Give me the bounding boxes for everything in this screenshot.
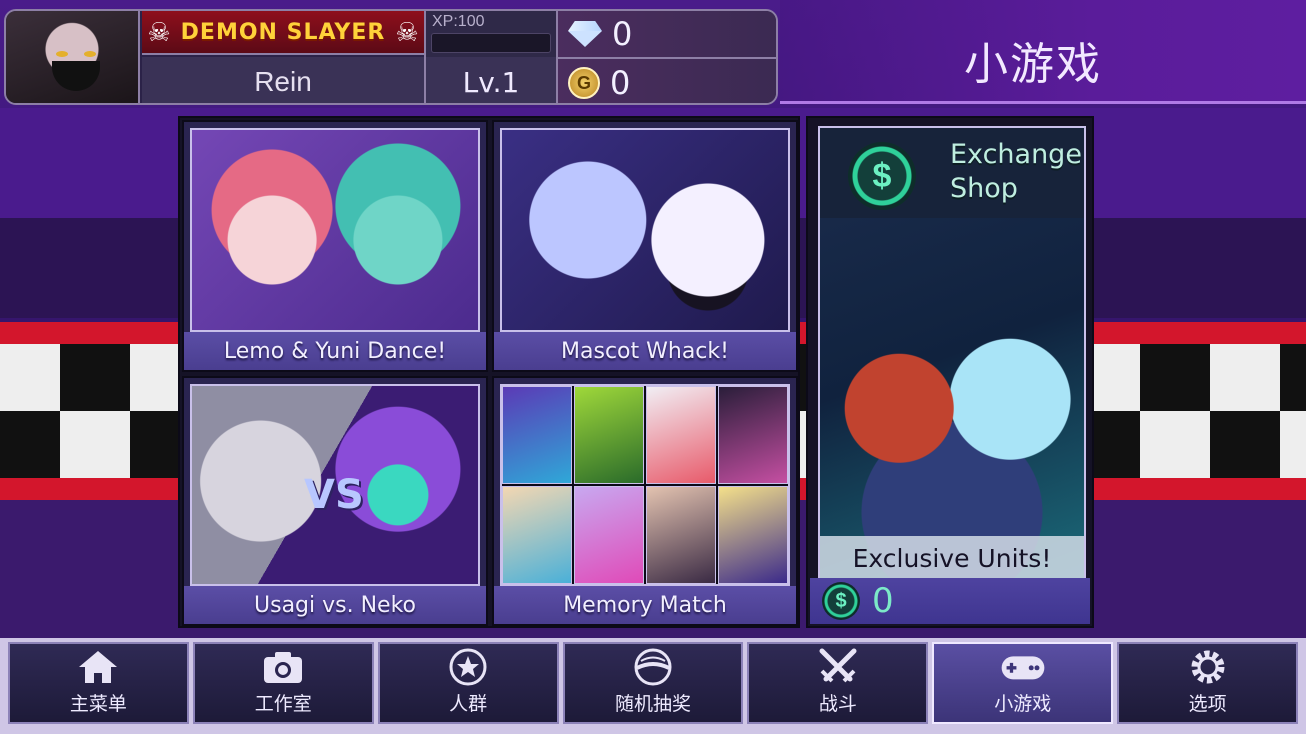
memory-tile bbox=[574, 486, 644, 584]
shop-coin-icon: $ bbox=[822, 582, 860, 620]
nav-crowd[interactable]: 人群 bbox=[377, 642, 559, 724]
memory-tile bbox=[502, 486, 572, 584]
gold-count: 0 bbox=[610, 64, 631, 102]
gold-counter[interactable]: G 0 bbox=[556, 59, 776, 103]
player-title-banner: ☠ DEMON SLAYER ☠ bbox=[142, 11, 424, 55]
diamond-counter[interactable]: 0 bbox=[556, 11, 776, 59]
swords-icon bbox=[815, 647, 861, 687]
star-icon bbox=[445, 647, 491, 687]
nav-studio[interactable]: 工作室 bbox=[192, 642, 374, 724]
xp-bar bbox=[431, 33, 551, 53]
avatar-mask bbox=[52, 61, 100, 91]
avatar[interactable] bbox=[6, 11, 140, 103]
player-title: DEMON SLAYER bbox=[180, 19, 386, 45]
header-bar: 小游戏 bbox=[780, 0, 1306, 104]
nav-battle[interactable]: 战斗 bbox=[747, 642, 929, 724]
game-label: Mascot Whack! bbox=[494, 332, 796, 370]
camera-icon bbox=[260, 647, 306, 687]
nav-label: 主菜单 bbox=[69, 693, 127, 715]
nav-minigames[interactable]: 小游戏 bbox=[932, 642, 1114, 724]
gacha-icon bbox=[630, 647, 676, 687]
nav-options[interactable]: 选项 bbox=[1117, 642, 1299, 724]
memory-tile bbox=[574, 386, 644, 484]
nav-label: 工作室 bbox=[254, 693, 312, 715]
game-artwork bbox=[500, 128, 790, 332]
shop-coin-icon: $ bbox=[848, 142, 916, 210]
nav-gacha[interactable]: 随机抽奖 bbox=[562, 642, 744, 724]
player-level: Lv.1 bbox=[424, 57, 556, 103]
avatar-eye bbox=[84, 51, 96, 57]
shop-title: Exchange Shop bbox=[950, 139, 1082, 204]
page-title: 小游戏 bbox=[964, 39, 1102, 90]
skull-icon: ☠ bbox=[147, 16, 171, 47]
bottom-nav: 主菜单 工作室 人群 随机抽奖 战斗 小游戏 选项 bbox=[0, 638, 1306, 734]
game-label: Lemo & Yuni Dance! bbox=[184, 332, 486, 370]
player-name: Rein bbox=[142, 57, 424, 103]
nav-label: 选项 bbox=[1188, 693, 1227, 715]
nav-label: 人群 bbox=[449, 693, 488, 715]
nav-label: 随机抽奖 bbox=[615, 693, 692, 715]
game-artwork: VS bbox=[190, 384, 480, 586]
gamepad-icon bbox=[1000, 647, 1046, 687]
diamond-icon bbox=[568, 21, 602, 47]
skull-icon: ☠ bbox=[395, 16, 419, 47]
shop-caption: Exclusive Units! bbox=[820, 536, 1084, 580]
memory-tile bbox=[646, 486, 716, 584]
memory-tile bbox=[718, 486, 788, 584]
game-artwork bbox=[500, 384, 790, 586]
avatar-eye bbox=[56, 51, 68, 57]
nav-main-menu[interactable]: 主菜单 bbox=[8, 642, 189, 724]
memory-tile bbox=[646, 386, 716, 484]
player-profile-card[interactable]: ☠ DEMON SLAYER ☠ Rein XP:100 Lv.1 0 G 0 bbox=[4, 9, 778, 105]
game-artwork bbox=[190, 128, 480, 332]
game-card-lemo-yuni-dance[interactable]: Lemo & Yuni Dance! bbox=[182, 120, 488, 372]
game-label: Usagi vs. Neko bbox=[184, 586, 486, 624]
memory-tile bbox=[718, 386, 788, 484]
memory-tile bbox=[502, 386, 572, 484]
home-icon bbox=[75, 647, 121, 687]
game-card-usagi-vs-neko[interactable]: VS Usagi vs. Neko bbox=[182, 376, 488, 626]
exchange-shop-panel[interactable]: $ Exchange Shop Exclusive Units! $ 0 bbox=[806, 116, 1094, 628]
gear-icon bbox=[1185, 647, 1231, 687]
xp-box: XP:100 bbox=[424, 11, 556, 57]
game-label: Memory Match bbox=[494, 586, 796, 624]
vs-text: VS bbox=[304, 472, 364, 518]
game-card-memory-match[interactable]: Memory Match bbox=[492, 376, 798, 626]
exchange-shop-card[interactable]: $ Exchange Shop Exclusive Units! bbox=[818, 126, 1086, 582]
diamond-count: 0 bbox=[612, 15, 633, 53]
minigame-grid: Lemo & Yuni Dance! Mascot Whack! VS Usag… bbox=[178, 116, 800, 628]
nav-label: 战斗 bbox=[818, 693, 857, 715]
nav-label: 小游戏 bbox=[994, 693, 1052, 715]
xp-label: XP:100 bbox=[432, 13, 485, 30]
shop-balance-value: 0 bbox=[872, 581, 894, 621]
game-card-mascot-whack[interactable]: Mascot Whack! bbox=[492, 120, 798, 372]
shop-balance: $ 0 bbox=[810, 578, 1090, 624]
gold-coin-icon: G bbox=[568, 67, 600, 99]
